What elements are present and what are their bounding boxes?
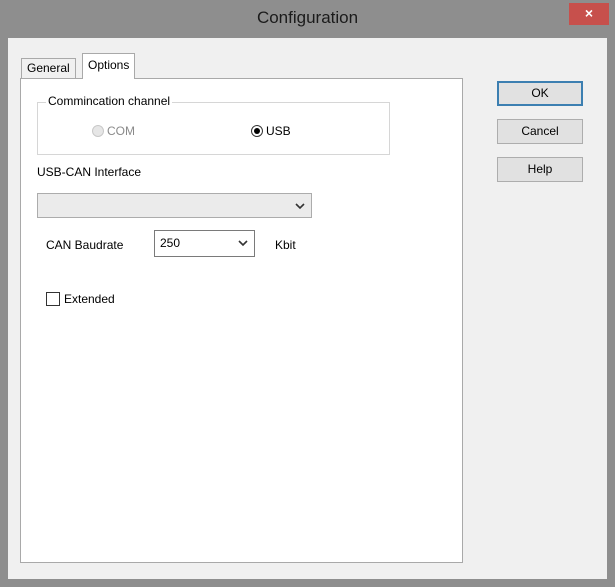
usb-radio-label: USB: [266, 124, 291, 138]
usb-radio-button[interactable]: [251, 125, 263, 137]
extended-checkbox-label: Extended: [64, 292, 115, 306]
title-bar[interactable]: Configuration ×: [0, 0, 615, 38]
close-icon: ×: [584, 5, 594, 21]
ok-button[interactable]: OK: [497, 81, 583, 106]
baudrate-unit-label: Kbit: [275, 238, 296, 252]
can-baudrate-value: 250: [160, 236, 181, 250]
extended-checkbox[interactable]: [46, 292, 60, 306]
window-title: Configuration: [256, 8, 359, 27]
usb-can-interface-label: USB-CAN Interface: [37, 165, 142, 179]
help-button[interactable]: Help: [497, 157, 583, 182]
configuration-dialog: Configuration × General Options Comminca…: [0, 0, 615, 587]
chevron-down-icon: [295, 203, 305, 210]
close-button[interactable]: ×: [569, 3, 609, 25]
chevron-down-icon: [238, 240, 248, 247]
tab-general[interactable]: General: [21, 58, 76, 78]
com-radio-label: COM: [107, 124, 135, 138]
communication-channel-group: [37, 102, 390, 155]
com-radio-button[interactable]: [92, 125, 104, 137]
usb-can-interface-dropdown[interactable]: [37, 193, 312, 218]
can-baudrate-label: CAN Baudrate: [46, 238, 124, 252]
can-baudrate-dropdown[interactable]: 250: [154, 230, 255, 257]
communication-channel-label: Commincation channel: [46, 94, 173, 108]
tab-options[interactable]: Options: [82, 53, 136, 79]
cancel-button[interactable]: Cancel: [497, 119, 583, 144]
